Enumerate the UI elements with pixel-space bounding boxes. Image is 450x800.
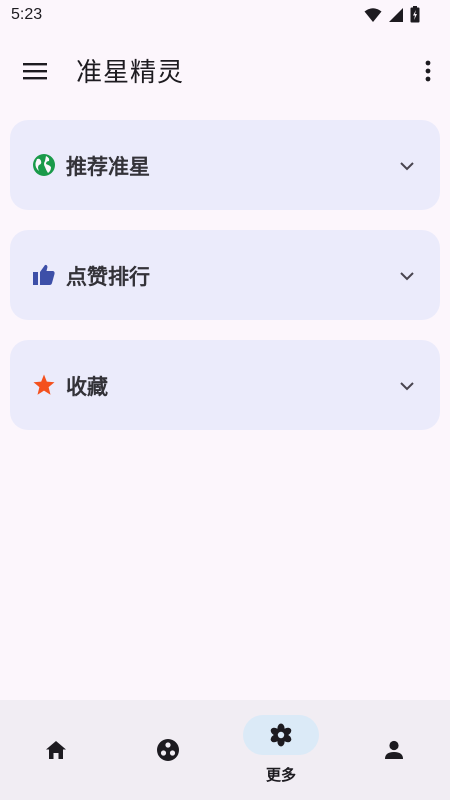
battery-icon: [410, 6, 420, 23]
section-label: 收藏: [66, 375, 108, 399]
flower-icon: [270, 723, 292, 747]
menu-icon[interactable]: [20, 56, 50, 86]
nav-profile[interactable]: [338, 700, 450, 800]
status-icons: [364, 6, 420, 23]
nav-home[interactable]: [0, 700, 112, 800]
section-recommended[interactable]: 推荐准星: [10, 120, 440, 210]
globe-icon: [33, 154, 55, 176]
nav-more-label: 更多: [265, 766, 296, 784]
section-label: 点赞排行: [66, 265, 150, 289]
page-title: 准星精灵: [76, 58, 185, 88]
home-icon: [46, 741, 66, 759]
status-time: 5:23: [11, 6, 43, 23]
signal-icon: [389, 7, 403, 22]
bottom-nav: 更多: [0, 700, 450, 800]
star-icon: [33, 374, 55, 395]
more-vert-icon[interactable]: [422, 56, 434, 86]
nav-explore[interactable]: [112, 700, 224, 800]
nav-more[interactable]: 更多: [225, 700, 337, 800]
app-bar: 准星精灵: [0, 30, 450, 110]
chevron-down-icon[interactable]: [398, 377, 416, 395]
thumb-up-icon: [33, 264, 55, 285]
section-likes-ranking[interactable]: 点赞排行: [10, 230, 440, 320]
chevron-down-icon[interactable]: [398, 267, 416, 285]
scatter-icon: [157, 739, 179, 761]
section-favorites[interactable]: 收藏: [10, 340, 440, 430]
wifi-icon: [364, 7, 382, 22]
chevron-down-icon[interactable]: [398, 157, 416, 175]
section-label: 推荐准星: [66, 155, 150, 179]
person-icon: [385, 740, 403, 759]
status-bar: 5:23: [0, 0, 450, 30]
